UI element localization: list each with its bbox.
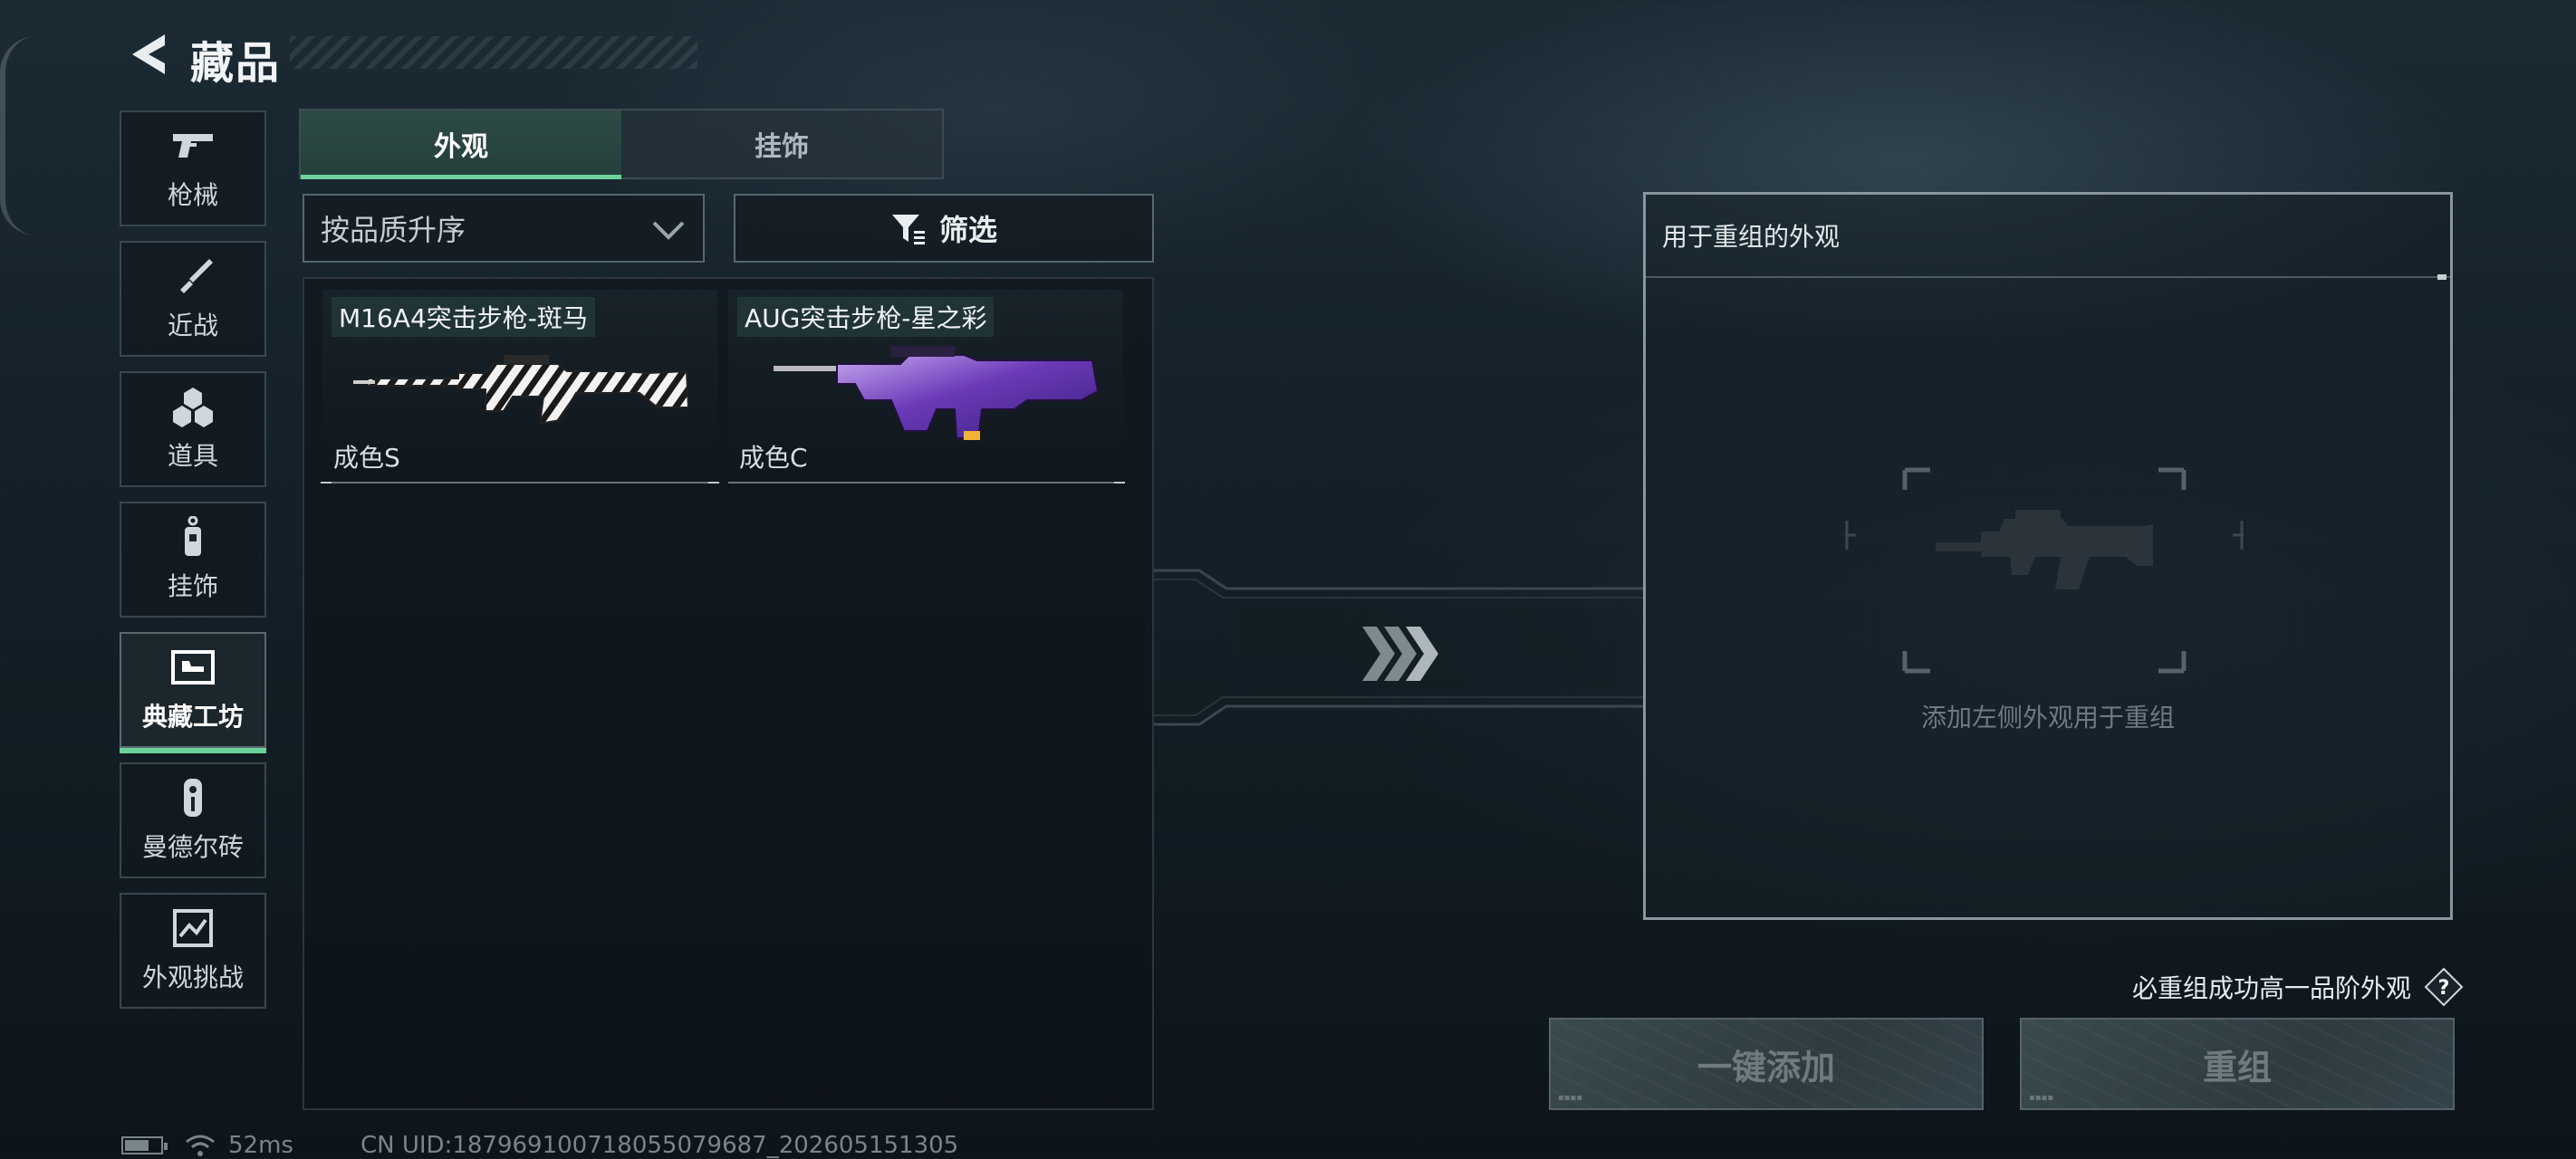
page-title: 藏品 bbox=[190, 38, 282, 89]
charm-icon bbox=[169, 516, 216, 558]
connector-decoration bbox=[1154, 569, 1643, 726]
sidebar-item-props[interactable]: 道具 bbox=[120, 371, 266, 487]
add-all-label: 一键添加 bbox=[1697, 1047, 1835, 1087]
sidebar-item-skin-challenge[interactable]: 外观挑战 bbox=[120, 893, 266, 1009]
uid-text: CN UID:187969100718055079687_20260515130… bbox=[360, 1132, 959, 1159]
workshop-icon bbox=[169, 647, 216, 688]
svg-text:?: ? bbox=[2438, 977, 2450, 1000]
sidebar-item-label: 近战 bbox=[167, 311, 218, 340]
inventory-panel: M16A4突击步枪-斑马 成色S AUG突击步枪-星之彩 成色C bbox=[303, 277, 1154, 1110]
recombine-hint: 必重组成功高一品阶外观 ? bbox=[2101, 967, 2464, 1007]
card-corner bbox=[708, 482, 719, 484]
grenade-icon bbox=[169, 386, 216, 427]
sidebar-item-label: 典藏工坊 bbox=[141, 702, 244, 732]
help-icon[interactable]: ? bbox=[2424, 967, 2464, 1007]
brick-icon bbox=[169, 777, 216, 819]
tab-bar: 外观 挂饰 bbox=[299, 109, 944, 179]
recombine-button[interactable]: ▪▪▪▪ 重组 bbox=[2020, 1018, 2455, 1110]
sidebar-item-mandel-brick[interactable]: 曼德尔砖 bbox=[120, 762, 266, 878]
sidebar-item-charms[interactable]: 挂饰 bbox=[120, 502, 266, 618]
skin-grade: 成色C bbox=[739, 443, 808, 473]
page-header: 藏品 bbox=[118, 18, 697, 91]
button-decoration-text: ▪▪▪▪ bbox=[2029, 1093, 2054, 1103]
back-arrow-icon[interactable] bbox=[125, 29, 170, 80]
ping-value: 52ms bbox=[228, 1132, 293, 1159]
tab-charms[interactable]: 挂饰 bbox=[621, 110, 942, 177]
skin-card[interactable]: AUG突击步枪-星之彩 成色C bbox=[728, 290, 1125, 484]
recombine-panel: 用于重组的外观 添加左侧外观用于重组 bbox=[1643, 192, 2453, 920]
filter-label: 筛选 bbox=[938, 213, 997, 247]
skin-name: M16A4突击步枪-斑马 bbox=[332, 297, 595, 337]
sidebar-item-label: 外观挑战 bbox=[141, 963, 244, 992]
card-corner bbox=[1114, 482, 1125, 484]
sidebar-item-label: 道具 bbox=[167, 441, 218, 471]
pistol-icon bbox=[169, 125, 216, 167]
sort-dropdown[interactable]: 按品质升序 bbox=[303, 194, 705, 263]
skin-grade: 成色S bbox=[333, 443, 400, 473]
hint-text: 必重组成功高一品阶外观 bbox=[2131, 973, 2411, 1003]
skin-name: AUG突击步枪-星之彩 bbox=[737, 297, 995, 337]
knife-icon bbox=[169, 255, 216, 297]
recombine-placeholder: 添加左侧外观用于重组 bbox=[1920, 703, 2175, 733]
filter-button[interactable]: 筛选 bbox=[734, 194, 1154, 263]
card-corner bbox=[321, 482, 332, 484]
sidebar-item-label: 挂饰 bbox=[167, 571, 218, 601]
title-decoration bbox=[290, 36, 697, 69]
rifle-zebra-image bbox=[353, 355, 690, 426]
filter-icon bbox=[891, 215, 925, 244]
recombine-title: 用于重组的外观 bbox=[1646, 195, 2450, 280]
wifi-icon bbox=[186, 1135, 215, 1156]
sidebar-item-label: 枪械 bbox=[167, 180, 218, 210]
rifle-starcolor-image bbox=[774, 346, 1100, 440]
button-decoration-text: ▪▪▪▪ bbox=[1558, 1093, 1583, 1103]
sidebar-item-workshop[interactable]: 典藏工坊 bbox=[120, 632, 266, 753]
status-bar: 52ms CN UID:187969100718055079687_202605… bbox=[121, 1130, 958, 1159]
rifle-placeholder-icon[interactable] bbox=[1845, 466, 2244, 675]
recombine-label: 重组 bbox=[2202, 1047, 2272, 1087]
tab-appearance[interactable]: 外观 bbox=[301, 110, 621, 179]
challenge-icon bbox=[169, 907, 216, 949]
sidebar-item-label: 曼德尔砖 bbox=[141, 832, 244, 862]
edge-decoration bbox=[0, 36, 36, 235]
battery-icon bbox=[121, 1136, 168, 1154]
sidebar-item-guns[interactable]: 枪械 bbox=[120, 110, 266, 226]
sidebar-item-melee[interactable]: 近战 bbox=[120, 241, 266, 357]
add-all-button[interactable]: ▪▪▪▪ 一键添加 bbox=[1549, 1018, 1984, 1110]
chevron-down-icon bbox=[652, 221, 685, 240]
skin-card[interactable]: M16A4突击步枪-斑马 成色S bbox=[321, 290, 719, 484]
sort-selected-value: 按品质升序 bbox=[321, 213, 466, 247]
